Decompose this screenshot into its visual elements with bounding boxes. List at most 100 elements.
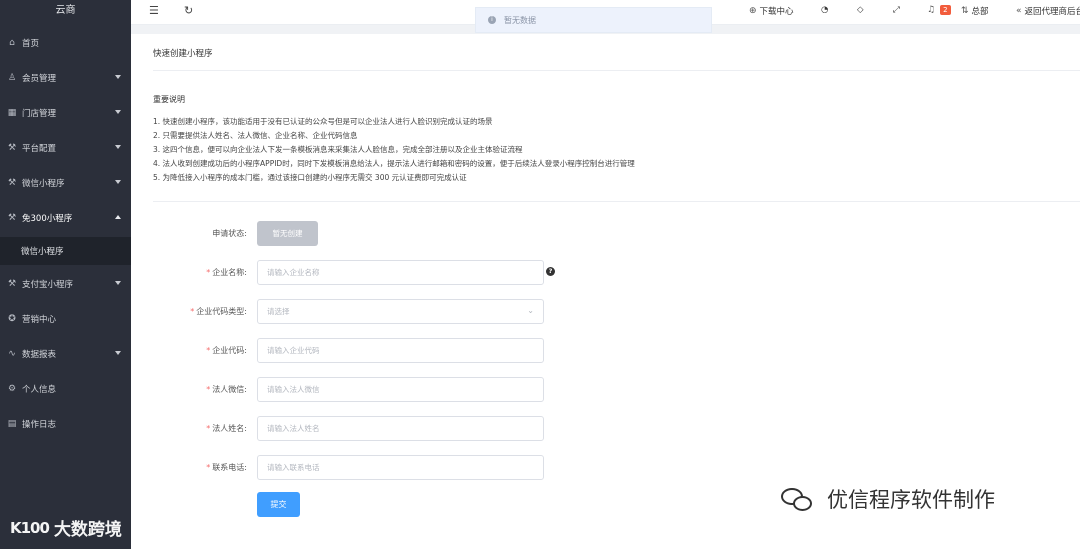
caret-down-icon — [115, 281, 121, 285]
caret-down-icon — [115, 180, 121, 184]
sidebar-item-label: 平台配置 — [22, 144, 57, 154]
sidebar-item-stores[interactable]: ▦ 门店管理 — [0, 100, 131, 126]
watermark-left: K100 大数跨境 — [10, 515, 122, 541]
sidebar-item-wechat-app[interactable]: ⚒ 微信小程序 — [0, 170, 131, 196]
required-mark: * — [206, 346, 211, 355]
download-center-label: 下载中心 — [759, 7, 794, 17]
note-item: 1. 快速创建小程序，该功能适用于没有已认证的公众号但是可以企业法人进行人脸识别… — [153, 117, 493, 126]
sidebar-item-reports[interactable]: ∿ 数据报表 — [0, 341, 131, 367]
tag-icon[interactable]: ◇ — [857, 5, 864, 15]
notes-title: 重要说明 — [153, 95, 185, 104]
brand-name: 云商 — [55, 5, 76, 16]
alipay-icon: ⚒ — [7, 279, 17, 289]
marketing-icon: ✪ — [8, 314, 16, 324]
company-code-input[interactable] — [257, 338, 544, 363]
main-panel: 快速创建小程序 重要说明 1. 快速创建小程序，该功能适用于没有已认证的公众号但… — [131, 34, 1080, 549]
notification-badge: 2 — [940, 5, 951, 15]
required-mark: * — [206, 463, 211, 472]
download-icon: ⊕ — [749, 6, 757, 16]
help-icon[interactable]: ? — [546, 267, 555, 276]
page-title: 快速创建小程序 — [153, 49, 213, 59]
sidebar-subitem-wechat-app[interactable]: 微信小程序 — [0, 237, 131, 265]
sidebar-item-profile[interactable]: ⚙ 个人信息 — [0, 376, 131, 402]
sidebar-item-platform[interactable]: ⚒ 平台配置 — [0, 135, 131, 161]
watermark-left-text: 大数跨境 — [53, 520, 122, 540]
note-item: 2. 只需要提供法人姓名、法人微信、企业名称、企业代码信息 — [153, 131, 358, 140]
empty-data-toast: i 暂无数据 — [475, 7, 712, 33]
double-chevron-left-icon: « — [1016, 6, 1022, 16]
free-app-icon: ⚒ — [7, 213, 17, 223]
download-center-link[interactable]: ⊕ 下载中心 — [749, 5, 794, 17]
legal-wechat-input[interactable] — [257, 377, 544, 402]
caret-down-icon — [115, 110, 121, 114]
store-icon: ▦ — [7, 108, 17, 118]
info-icon: i — [488, 16, 496, 24]
refresh-icon[interactable]: ↻ — [184, 4, 193, 17]
caret-down-icon — [115, 351, 121, 355]
watermark-logo: K100 — [10, 518, 50, 537]
sidebar-item-alipay-app[interactable]: ⚒ 支付宝小程序 — [0, 271, 131, 297]
sidebar-item-label: 门店管理 — [22, 109, 57, 119]
divider — [153, 201, 1080, 202]
phone-label: * 联系电话: — [206, 463, 247, 472]
sidebar-item-marketing[interactable]: ✪ 营销中心 — [0, 306, 131, 332]
platform-icon: ⚒ — [7, 143, 17, 153]
sidebar-item-label: 免300小程序 — [22, 214, 73, 224]
note-item: 5. 为降低接入小程序的成本门槛，通过该接口创建的小程序无需交 300 元认证费… — [153, 173, 467, 182]
company-name-input[interactable] — [257, 260, 544, 285]
sidebar-item-label: 数据报表 — [22, 350, 57, 360]
account-menu[interactable]: ⇅ 总部 — [961, 5, 989, 17]
sidebar: 云商 ⌂ 首页 ♙ 会员管理 ▦ 门店管理 ⚒ 平台配置 ⚒ 微信小程序 ⚒ 免… — [0, 0, 131, 549]
company-code-label: * 企业代码: — [206, 346, 247, 355]
watermark-right-text: 优信程序软件制作 — [827, 488, 995, 512]
caret-down-icon — [115, 145, 121, 149]
fullscreen-icon[interactable]: ⤢ — [893, 5, 900, 15]
required-mark: * — [206, 268, 211, 277]
home-icon: ⌂ — [9, 38, 15, 48]
status-button: 暂无创建 — [257, 221, 318, 246]
required-mark: * — [206, 424, 211, 433]
log-icon: ▤ — [7, 419, 17, 429]
chevron-down-icon: ⌄ — [527, 306, 534, 315]
bell-icon: ♫ — [927, 5, 936, 15]
sidebar-item-logs[interactable]: ▤ 操作日志 — [0, 411, 131, 437]
legal-name-input[interactable] — [257, 416, 544, 441]
report-icon: ∿ — [8, 349, 16, 359]
profile-icon: ⚙ — [7, 384, 17, 394]
sidebar-item-label: 操作日志 — [22, 420, 57, 430]
sidebar-item-label: 微信小程序 — [22, 179, 65, 189]
company-name-label: * 企业名称: — [206, 268, 247, 277]
menu-toggle-icon[interactable]: ☰ — [149, 4, 159, 17]
sidebar-item-free-app[interactable]: ⚒ 免300小程序 — [0, 205, 131, 231]
required-mark: * — [206, 385, 211, 394]
submit-button[interactable]: 提交 — [257, 492, 300, 517]
wechat-icon — [781, 486, 817, 512]
legal-wechat-label: * 法人微信: — [206, 385, 247, 394]
sidebar-item-label: 营销中心 — [22, 315, 57, 325]
code-type-select[interactable]: 请选择 ⌄ — [257, 299, 544, 324]
phone-input[interactable] — [257, 455, 544, 480]
sidebar-item-label: 支付宝小程序 — [22, 280, 74, 290]
sidebar-item-members[interactable]: ♙ 会员管理 — [0, 65, 131, 91]
sidebar-item-label: 个人信息 — [22, 385, 57, 395]
status-label: 申请状态: — [212, 229, 247, 238]
toast-text: 暂无数据 — [504, 15, 536, 25]
notification-button[interactable]: ♫ 2 — [927, 5, 951, 15]
code-type-label: * 企业代码类型: — [190, 307, 247, 316]
sidebar-item-label: 会员管理 — [22, 74, 57, 84]
legal-name-label: * 法人姓名: — [206, 424, 247, 433]
caret-up-icon — [115, 215, 121, 219]
required-mark: * — [190, 307, 195, 316]
back-to-agent-label: 返回代理商后台 — [1024, 7, 1080, 17]
theme-icon[interactable]: ◔ — [821, 5, 828, 15]
watermark-right: 优信程序软件制作 — [781, 484, 995, 514]
account-label: 总部 — [971, 7, 989, 17]
sidebar-item-home[interactable]: ⌂ 首页 — [0, 30, 131, 56]
switch-icon: ⇅ — [961, 6, 969, 16]
note-item: 3. 这四个信息，便可以向企业法人下发一条模板消息来采集法人人脸信息，完成全部注… — [153, 145, 523, 154]
caret-down-icon — [115, 75, 121, 79]
back-to-agent-link[interactable]: « 返回代理商后台 — [1016, 5, 1080, 17]
user-icon: ♙ — [7, 73, 17, 83]
wechat-app-icon: ⚒ — [7, 178, 17, 188]
divider — [153, 70, 1080, 71]
